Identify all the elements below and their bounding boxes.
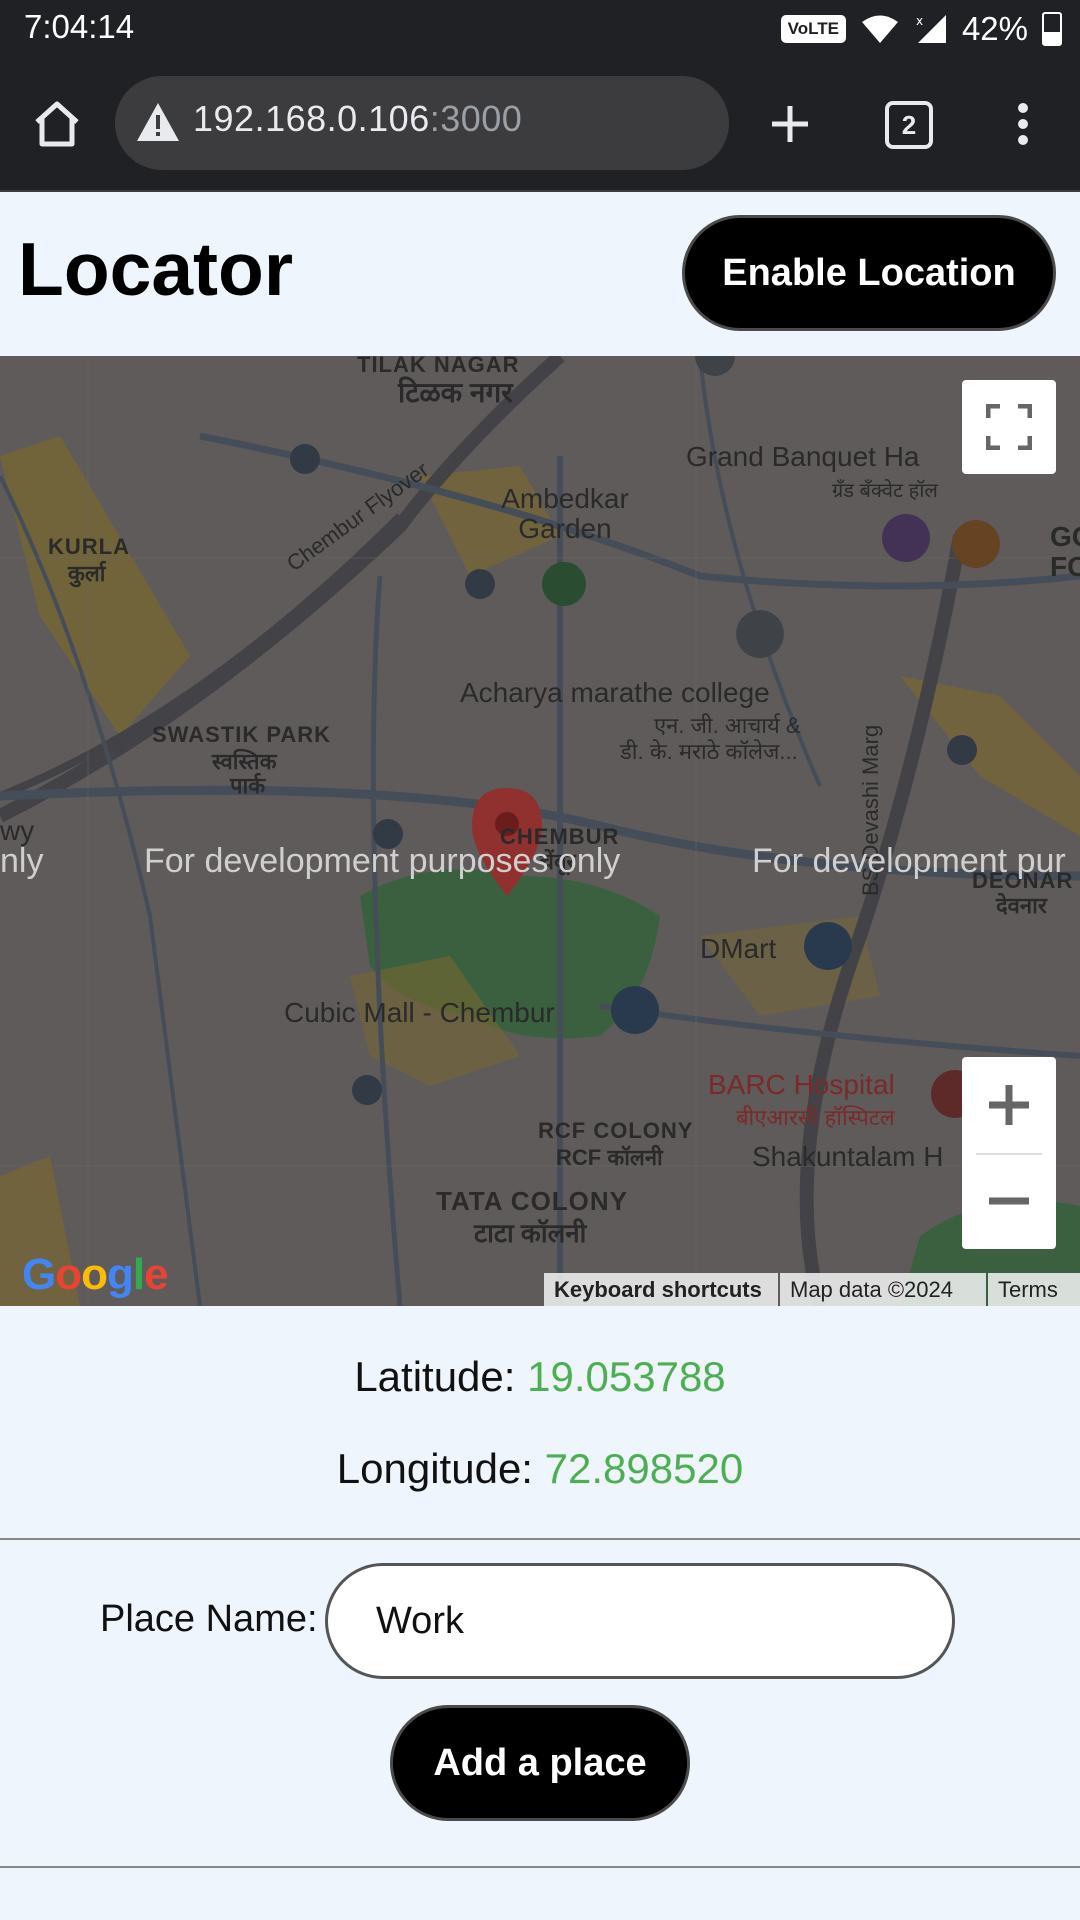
map-label-shakuntalam: Shakuntalam H xyxy=(752,1141,944,1172)
place-name-input[interactable] xyxy=(325,1563,955,1679)
map-label-deonar-hi: देवनार xyxy=(996,893,1047,918)
tab-count: 2 xyxy=(885,101,933,149)
menu-icon[interactable] xyxy=(1000,94,1046,154)
enable-location-button[interactable]: Enable Location xyxy=(682,215,1056,331)
map-label-tilak-nagar-hi: टिळक नगर xyxy=(398,377,513,408)
map-label-tilak-nagar: TILAK NAGAR xyxy=(357,356,520,377)
map-label-rcf-colony: RCF COLONY xyxy=(538,1118,694,1143)
terms-link[interactable]: Terms xyxy=(988,1273,1080,1306)
home-icon[interactable] xyxy=(24,93,90,155)
url-port: :3000 xyxy=(429,98,523,139)
zoom-divider xyxy=(976,1153,1042,1155)
google-logo: Google xyxy=(22,1250,169,1299)
add-tab-icon[interactable] xyxy=(760,94,820,154)
zoom-out-button[interactable] xyxy=(962,1153,1056,1249)
url-host: 192.168.0.106 xyxy=(193,98,430,139)
dev-watermark-right: For development pur xyxy=(752,842,1066,880)
divider-bottom xyxy=(0,1866,1080,1868)
battery-percent: 42% xyxy=(961,10,1028,47)
longitude-value: 72.898520 xyxy=(544,1445,744,1492)
map-label-goo: GOO xyxy=(1050,521,1080,552)
wifi-icon xyxy=(861,15,898,43)
map-zoom-controls xyxy=(962,1057,1056,1249)
map-label-foo: FOO xyxy=(1050,551,1080,582)
map-label-swastik-park: SWASTIK PARK xyxy=(152,722,332,747)
add-place-button[interactable]: Add a place xyxy=(390,1705,690,1821)
status-bar: 7:04:14 VoLTE x 42% xyxy=(0,0,1080,58)
url-bar[interactable]: 192.168.0.106:3000 xyxy=(115,76,729,170)
map-label-tata-colony: TATA COLONY xyxy=(436,1186,629,1216)
volte-badge: VoLTE xyxy=(780,15,846,43)
map-label-kurla-hi: कुर्ला xyxy=(68,561,106,586)
minus-icon xyxy=(989,1197,1029,1205)
map-label-ambedkar-garden: Ambedkar Garden xyxy=(501,483,629,544)
status-time: 7:04:14 xyxy=(24,8,135,45)
map-label-dmart: DMart xyxy=(700,933,777,964)
map-label-grand-banquet: Grand Banquet Ha xyxy=(686,441,920,472)
map-data-attribution: Map data ©2024 xyxy=(780,1273,986,1306)
latitude-row: Latitude: 19.053788 xyxy=(0,1353,1080,1401)
map-label-grand-banquet-hi: ग्रँड बँक्वेट हॉल xyxy=(832,480,938,502)
divider-top xyxy=(0,1538,1080,1540)
browser-toolbar: 192.168.0.106:3000 2 xyxy=(0,58,1080,192)
place-name-label: Place Name: xyxy=(100,1598,318,1640)
dev-watermark: For development purposes only xyxy=(144,842,621,880)
longitude-label: Longitude: xyxy=(336,1445,545,1492)
map-label-tata-colony-hi: टाटा कॉलनी xyxy=(474,1218,587,1248)
map-label-rcf-colony-hi: RCF कॉलनी xyxy=(556,1145,663,1170)
page-title: Locator xyxy=(18,227,294,311)
map-label-barc-hi: बीएआरसी हॉस्पिटल xyxy=(736,1105,895,1130)
zoom-in-button[interactable] xyxy=(962,1057,1056,1153)
svg-text:x: x xyxy=(916,14,923,28)
latitude-value: 19.053788 xyxy=(527,1353,726,1400)
tab-switcher-button[interactable]: 2 xyxy=(884,100,934,150)
latitude-label: Latitude: xyxy=(354,1353,528,1400)
dev-watermark-left: nly xyxy=(0,842,44,880)
longitude-row: Longitude: 72.898520 xyxy=(0,1445,1080,1493)
signal-icon: x xyxy=(916,14,946,43)
battery-icon xyxy=(1042,12,1062,46)
warning-icon[interactable] xyxy=(135,100,181,146)
plus-icon xyxy=(989,1085,1029,1125)
map-fullscreen-button[interactable] xyxy=(962,380,1056,474)
map-label-acharya-college: Acharya marathe college xyxy=(460,677,770,708)
keyboard-shortcuts-link[interactable]: Keyboard shortcuts xyxy=(544,1273,778,1306)
map-view[interactable]: TILAK NAGAR टिळक नगर Grand Banquet Ha ग्… xyxy=(0,356,1080,1306)
map-label-kurla: KURLA xyxy=(48,534,130,559)
fullscreen-icon xyxy=(986,404,1032,450)
map-label-acharya-hi2: डी. के. मराठे कॉलेज... xyxy=(620,739,798,764)
map-label-cubic-mall: Cubic Mall - Chembur xyxy=(284,997,555,1028)
url-text[interactable]: 192.168.0.106:3000 xyxy=(193,98,522,140)
map-label-swastik-hi2: पार्क xyxy=(230,773,266,798)
map-label-barc-hospital: BARC Hospital xyxy=(708,1069,895,1100)
